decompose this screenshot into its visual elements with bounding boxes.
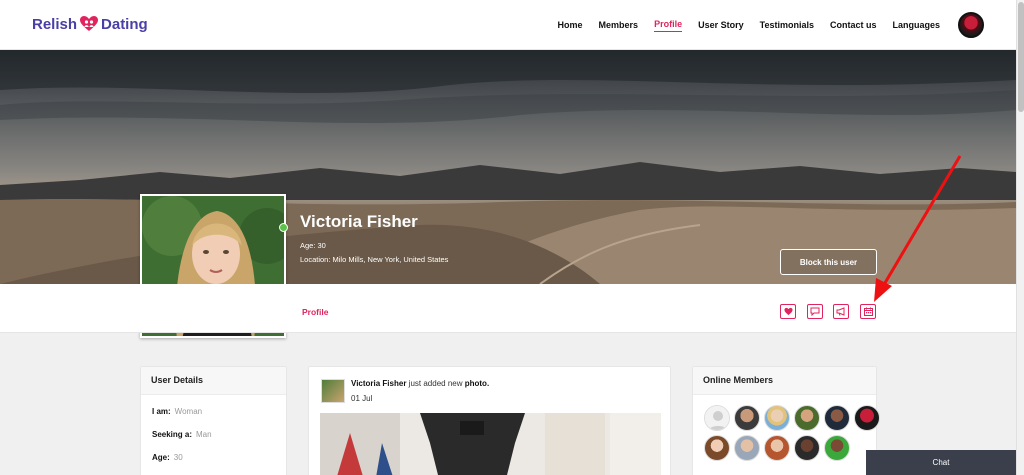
- nav-testimonials-label: Testimonials: [759, 20, 814, 30]
- chat-bar[interactable]: Chat: [866, 450, 1016, 475]
- page: Relish Dating Home Members Profile User …: [0, 0, 1024, 475]
- online-status-indicator: [279, 223, 288, 232]
- heart-icon: [783, 303, 793, 321]
- chat-bubble-icon: [810, 303, 820, 321]
- nav-contact-us-label: Contact us: [829, 20, 877, 30]
- main-nav: Home Members Profile User Story Testimon…: [542, 0, 984, 50]
- nav-profile[interactable]: Profile: [654, 0, 683, 50]
- user-avatar[interactable]: [958, 12, 984, 38]
- logo-text-relish: Relish: [32, 15, 78, 33]
- detail-row-seeking: Seeking a: Man: [152, 430, 212, 439]
- logo-text-dating: Dating: [101, 15, 148, 33]
- activity-post-card: Victoria Fisher just added new photo. 01…: [308, 366, 671, 475]
- detail-value: 30: [173, 453, 183, 462]
- nav-user-story-label: User Story: [698, 20, 744, 30]
- member-avatar[interactable]: [704, 405, 730, 431]
- annotation-arrow: [874, 155, 962, 302]
- top-navbar: Relish Dating Home Members Profile User …: [0, 0, 1016, 50]
- member-avatar[interactable]: [734, 405, 760, 431]
- post-author-name[interactable]: Victoria Fisher: [351, 379, 406, 388]
- profile-age: Age: 30: [300, 241, 326, 250]
- site-logo[interactable]: Relish Dating: [32, 14, 148, 34]
- nav-user-story[interactable]: User Story: [698, 0, 744, 50]
- member-avatar[interactable]: [794, 435, 820, 461]
- heart-couple-icon: [79, 14, 99, 34]
- nav-home-label: Home: [557, 20, 583, 30]
- detail-key: I am:: [152, 407, 171, 416]
- post-photo[interactable]: [320, 413, 661, 475]
- nav-languages-label: Languages: [892, 20, 940, 30]
- member-avatar[interactable]: [764, 405, 790, 431]
- nav-members[interactable]: Members: [599, 0, 639, 50]
- detail-key: Seeking a:: [152, 430, 193, 439]
- post-summary: Victoria Fisher just added new photo.: [351, 379, 489, 388]
- nav-contact-us[interactable]: Contact us: [830, 0, 877, 50]
- message-button[interactable]: [807, 304, 823, 319]
- post-object-text: photo.: [464, 379, 490, 388]
- nav-members-label: Members: [598, 20, 639, 30]
- post-date: 01 Jul: [351, 394, 373, 403]
- megaphone-icon: [836, 303, 846, 321]
- user-details-title: User Details: [141, 367, 286, 395]
- member-avatar[interactable]: [824, 435, 850, 461]
- detail-key: Age:: [152, 453, 170, 462]
- member-avatar[interactable]: [824, 405, 850, 431]
- tab-profile[interactable]: Profile: [302, 307, 328, 317]
- user-details-card: User Details I am: Woman Seeking a: Man Ag…: [140, 366, 287, 475]
- post-action-text: just added new: [408, 379, 463, 388]
- like-button[interactable]: [780, 304, 796, 319]
- nav-profile-label: Profile: [654, 19, 683, 32]
- member-avatar[interactable]: [854, 405, 880, 431]
- announce-button[interactable]: [833, 304, 849, 319]
- page-scrollbar[interactable]: [1016, 0, 1024, 475]
- detail-row-age: Age: 30: [152, 453, 183, 462]
- detail-row-gender: I am: Woman: [152, 407, 202, 416]
- detail-value: Woman: [174, 407, 203, 416]
- post-author-avatar[interactable]: [321, 379, 345, 403]
- online-members-title: Online Members: [693, 367, 876, 395]
- member-avatar[interactable]: [794, 405, 820, 431]
- nav-languages[interactable]: Languages: [892, 0, 940, 50]
- profile-name: Victoria Fisher: [300, 212, 418, 231]
- nav-testimonials[interactable]: Testimonials: [760, 0, 814, 50]
- online-members-card: Online Members: [692, 366, 880, 475]
- member-avatar[interactable]: [764, 435, 790, 461]
- nav-home[interactable]: Home: [558, 0, 583, 50]
- profile-location: Location: Milo Mills, New York, United S…: [300, 255, 449, 264]
- member-avatar[interactable]: [704, 435, 730, 461]
- detail-value: Man: [196, 430, 212, 439]
- member-avatar[interactable]: [734, 435, 760, 461]
- scrollbar-thumb[interactable]: [1018, 2, 1024, 112]
